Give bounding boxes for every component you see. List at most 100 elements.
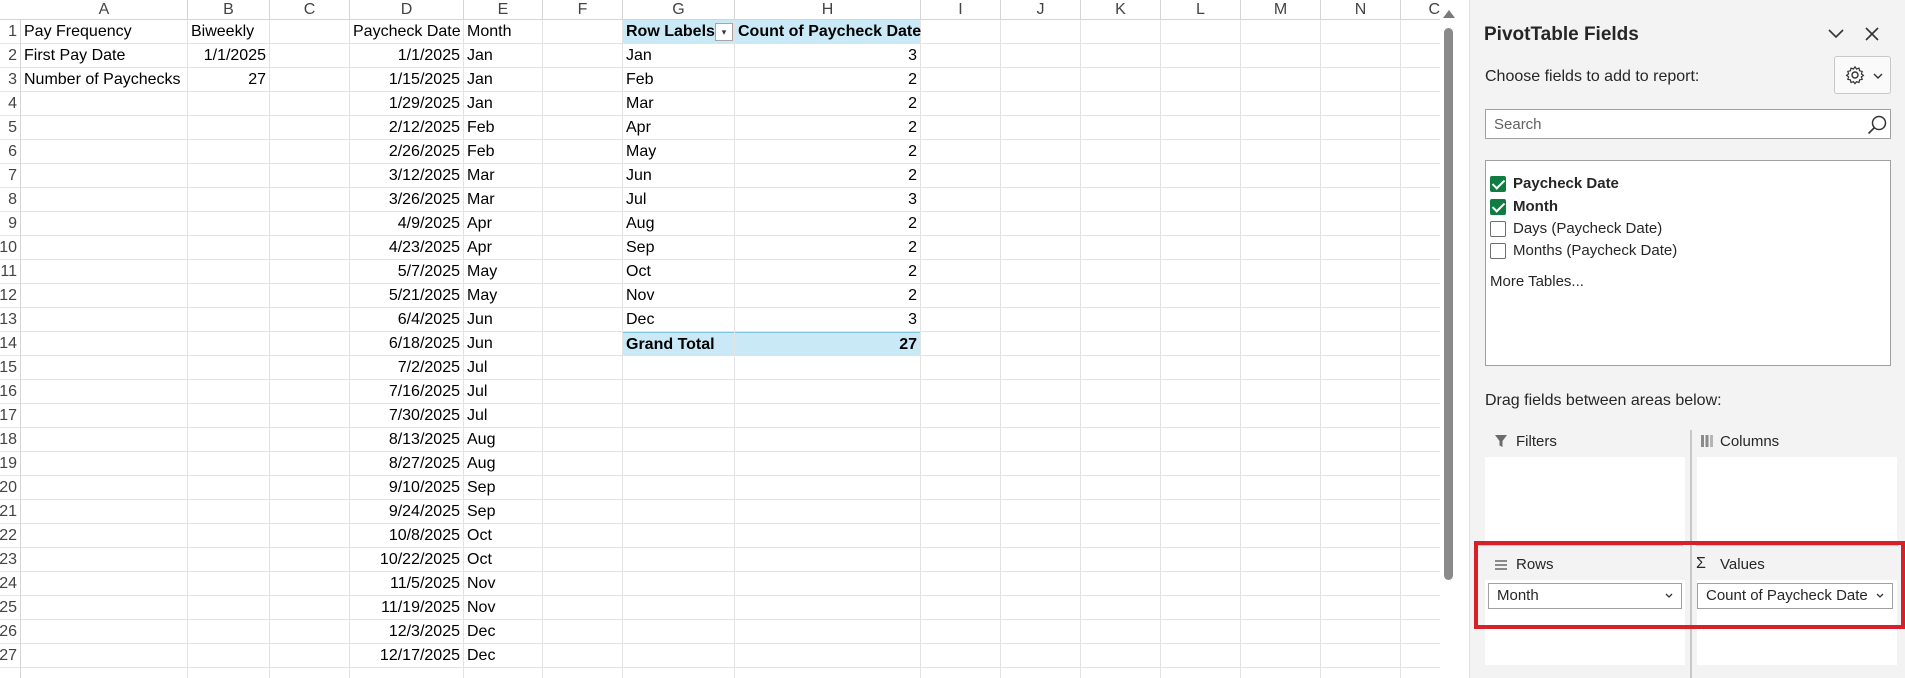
row-header[interactable]: 14 [0,332,20,356]
column-header[interactable]: J [1001,0,1081,20]
pivot-row-value[interactable]: 2 [735,92,920,116]
cell-grid[interactable]: Pay Frequency Biweekly First Pay Date 1/1/2… [21,20,1440,678]
pivot-row-value[interactable]: 2 [735,164,920,188]
cell-pay-frequency-value[interactable]: Biweekly [188,20,269,44]
cell-paycheck-date[interactable]: 12/3/2025 [350,620,463,644]
pivot-row-label[interactable]: Jul [623,188,734,212]
row-header[interactable]: 11 [0,260,20,284]
pivot-row-value[interactable]: 2 [735,212,920,236]
field-search-box[interactable] [1485,109,1891,139]
row-header[interactable]: 23 [0,548,20,572]
row-header[interactable]: 22 [0,524,20,548]
cell-paycheck-date[interactable]: 3/12/2025 [350,164,463,188]
cell-number-of-paychecks-label[interactable]: Number of Paychecks [21,68,187,92]
pivot-row-label[interactable]: Mar [623,92,734,116]
row-header[interactable]: 15 [0,356,20,380]
cell-paycheck-date[interactable]: 11/5/2025 [350,572,463,596]
more-tables-link[interactable]: More Tables... [1490,273,1584,290]
cell-paycheck-date[interactable]: 1/15/2025 [350,68,463,92]
cell-month[interactable]: Jun [464,308,542,332]
cell-pay-frequency-label[interactable]: Pay Frequency [21,20,187,44]
pivot-row-label[interactable]: Sep [623,236,734,260]
search-icon[interactable] [1866,114,1888,136]
pivot-row-value[interactable]: 2 [735,284,920,308]
cell-paycheck-date[interactable]: 10/8/2025 [350,524,463,548]
row-header[interactable]: 5 [0,116,20,140]
cell-month[interactable]: Aug [464,428,542,452]
cell-paycheck-date[interactable]: 10/22/2025 [350,548,463,572]
cell-paycheck-date[interactable]: 9/24/2025 [350,500,463,524]
cell-month[interactable]: Apr [464,212,542,236]
checkbox-checked[interactable] [1490,176,1506,192]
cell-month[interactable]: Jul [464,404,542,428]
cell-month[interactable]: Apr [464,236,542,260]
cell-month[interactable]: Dec [464,620,542,644]
vertical-scrollbar[interactable] [1440,0,1458,678]
row-header[interactable]: 20 [0,476,20,500]
column-header[interactable]: K [1081,0,1161,20]
pivot-row-value[interactable]: 2 [735,68,920,92]
cell-paycheck-date[interactable]: 5/21/2025 [350,284,463,308]
cell-month[interactable]: Oct [464,524,542,548]
cell-month[interactable]: Nov [464,596,542,620]
cell-paycheck-date[interactable]: 4/23/2025 [350,236,463,260]
cell-paycheck-date[interactable]: 1/1/2025 [350,44,463,68]
cell-month[interactable]: Jan [464,44,542,68]
pivot-row-label[interactable]: Dec [623,308,734,332]
cell-month-header[interactable]: Month [464,20,542,44]
cell-month[interactable]: May [464,260,542,284]
column-header[interactable]: C [270,0,350,20]
chevron-down-icon[interactable] [1824,22,1848,46]
column-header[interactable]: M [1241,0,1321,20]
cell-paycheck-date[interactable]: 8/13/2025 [350,428,463,452]
cell-paycheck-date[interactable]: 6/18/2025 [350,332,463,356]
pivot-row-value[interactable]: 2 [735,236,920,260]
cell-month[interactable]: Oct [464,548,542,572]
column-header[interactable]: N [1321,0,1401,20]
cell-month[interactable]: Nov [464,572,542,596]
cell-paycheck-date[interactable]: 2/12/2025 [350,116,463,140]
column-header[interactable]: B [188,0,270,20]
column-header[interactable]: I [921,0,1001,20]
cell-paycheck-date[interactable]: 12/17/2025 [350,644,463,668]
cell-month[interactable]: Feb [464,116,542,140]
pivot-grand-total-value[interactable]: 27 [735,332,920,356]
row-header[interactable]: 16 [0,380,20,404]
column-header[interactable]: H [735,0,921,20]
column-header[interactable]: C [1401,0,1440,20]
cell-month[interactable]: Jan [464,92,542,116]
row-header[interactable]: 8 [0,188,20,212]
row-header[interactable]: 25 [0,596,20,620]
checkbox-checked[interactable] [1490,199,1506,215]
row-header[interactable]: 13 [0,308,20,332]
cell-paycheck-date[interactable]: 7/30/2025 [350,404,463,428]
cell-paycheck-date[interactable]: 2/26/2025 [350,140,463,164]
cell-paycheck-date[interactable]: 1/29/2025 [350,92,463,116]
pivot-grand-total-label[interactable]: Grand Total [623,332,734,356]
row-header[interactable]: 21 [0,500,20,524]
scrollbar-thumb[interactable] [1444,28,1453,580]
scroll-up-arrow-icon[interactable] [1443,10,1455,18]
pivot-row-value[interactable]: 3 [735,44,920,68]
cell-paycheck-date-header[interactable]: Paycheck Date [350,20,463,44]
row-header[interactable]: 17 [0,404,20,428]
cell-month[interactable]: Jul [464,380,542,404]
cell-paycheck-date[interactable]: 9/10/2025 [350,476,463,500]
column-header[interactable]: D [350,0,464,20]
row-header[interactable]: 2 [0,44,20,68]
cell-number-of-paychecks-value[interactable]: 27 [188,68,269,92]
pivot-row-value[interactable]: 3 [735,308,920,332]
cell-first-pay-date-value[interactable]: 1/1/2025 [188,44,269,68]
row-header[interactable]: 4 [0,92,20,116]
cell-month[interactable]: May [464,284,542,308]
cell-paycheck-date[interactable]: 8/27/2025 [350,452,463,476]
cell-month[interactable]: Jul [464,356,542,380]
row-header[interactable]: 10 [0,236,20,260]
pivot-row-label[interactable]: Feb [623,68,734,92]
pivot-row-label[interactable]: Nov [623,284,734,308]
field-settings-button[interactable] [1834,56,1891,94]
pivot-row-value[interactable]: 2 [735,140,920,164]
cell-paycheck-date[interactable]: 11/19/2025 [350,596,463,620]
cell-month[interactable]: Jun [464,332,542,356]
cell-paycheck-date[interactable]: 4/9/2025 [350,212,463,236]
